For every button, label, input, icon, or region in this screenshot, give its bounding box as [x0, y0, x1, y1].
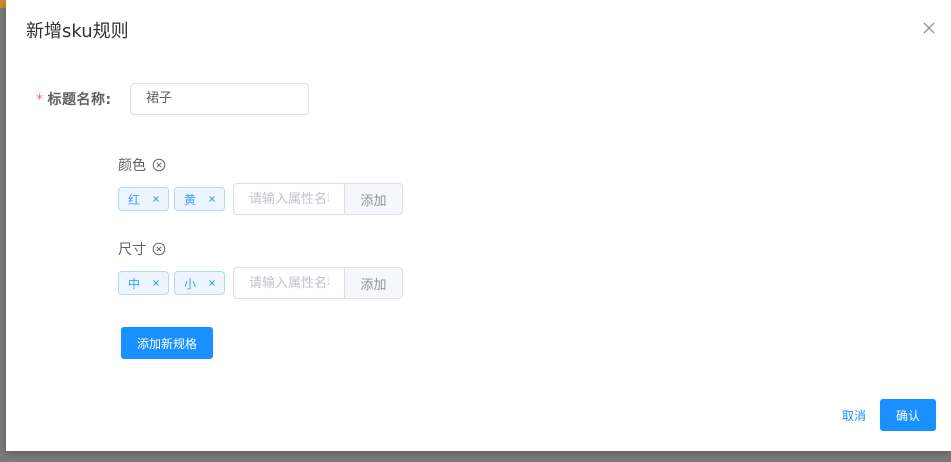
spec-name: 尺寸: [118, 242, 146, 258]
title-input[interactable]: 裙子: [130, 83, 309, 115]
attr-input-group: 添加: [233, 183, 404, 215]
tag-close-icon[interactable]: [150, 193, 162, 205]
attr-add-button[interactable]: 添加: [344, 267, 404, 299]
cancel-button[interactable]: 取消: [832, 399, 876, 431]
title-form-row: * 标题名称:: [36, 83, 130, 115]
tag-close-icon[interactable]: [150, 277, 162, 289]
tag-label: 中: [128, 276, 141, 291]
attr-name-input[interactable]: [233, 267, 345, 299]
spec-values-row: 红 黄 添加: [118, 183, 404, 215]
spec-value-tag: 中: [118, 271, 170, 295]
spec-name: 颜色: [118, 158, 146, 174]
attr-input-group: 添加: [233, 267, 404, 299]
spec-group-color: 颜色 红 黄 添加: [118, 155, 404, 215]
add-spec-button[interactable]: 添加新规格: [121, 327, 213, 359]
add-sku-dialog: 新增sku规则 * 标题名称: 裙子 颜色 红 黄 请输入属性名称 添加 尺寸 …: [6, 0, 951, 451]
spec-name-row: 颜色: [118, 155, 403, 175]
spec-values-row: 中 小 添加: [118, 267, 404, 299]
close-icon[interactable]: [919, 18, 939, 38]
spec-name-row: 尺寸: [118, 239, 403, 259]
tag-label: 小: [184, 276, 197, 291]
spec-value-tag: 小: [174, 271, 226, 295]
spec-group-size: 尺寸 中 小 添加: [118, 239, 404, 299]
spec-value-tag: 红: [118, 187, 170, 211]
tag-label: 红: [128, 192, 141, 207]
title-label: * 标题名称:: [36, 89, 130, 109]
required-mark: *: [36, 92, 44, 108]
title-label-text: 标题名称:: [47, 92, 112, 108]
tag-close-icon[interactable]: [206, 277, 218, 289]
remove-spec-icon[interactable]: [152, 242, 166, 256]
attr-name-input[interactable]: [233, 183, 345, 215]
confirm-button[interactable]: 确认: [880, 399, 936, 431]
remove-spec-icon[interactable]: [152, 158, 166, 172]
tag-label: 黄: [184, 192, 197, 207]
dialog-title: 新增sku规则: [26, 21, 129, 42]
tag-close-icon[interactable]: [206, 193, 218, 205]
attr-add-button[interactable]: 添加: [344, 183, 404, 215]
spec-value-tag: 黄: [174, 187, 226, 211]
